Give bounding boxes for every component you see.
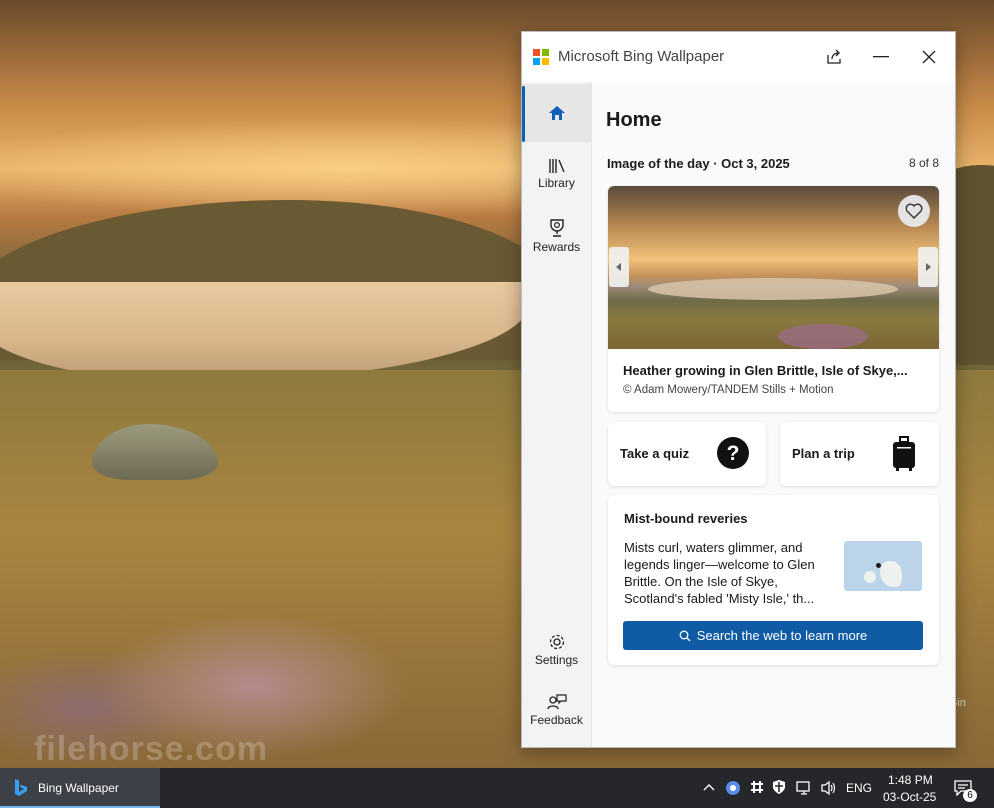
preview-heather <box>778 324 868 349</box>
title-bar[interactable]: Microsoft Bing Wallpaper <box>522 32 955 82</box>
notification-count-badge: 6 <box>963 789 977 802</box>
logo-yellow <box>542 58 549 65</box>
taskbar-app-bing-wallpaper[interactable]: Bing Wallpaper <box>0 768 160 808</box>
sidebar-item-feedback[interactable]: Feedback <box>522 682 591 738</box>
sidebar: Library Rewards Settings Feedback <box>522 82 592 747</box>
home-content: Home Image of the day · Oct 3, 2025 8 of… <box>592 82 955 747</box>
library-icon <box>548 159 565 173</box>
microsoft-logo-icon <box>533 49 549 65</box>
bing-wallpaper-window: Microsoft Bing Wallpaper Library Rewards… <box>521 31 956 748</box>
home-icon <box>548 106 565 120</box>
heart-icon <box>905 203 923 219</box>
image-caption[interactable]: Heather growing in Glen Brittle, Isle of… <box>623 363 908 378</box>
clock-date[interactable]: 03-Oct-25 <box>883 790 936 804</box>
sidebar-item-settings[interactable]: Settings <box>522 622 591 678</box>
language-indicator[interactable]: ENG <box>846 781 872 795</box>
minimize-icon <box>873 56 889 58</box>
question-mark-icon: ? <box>717 437 749 469</box>
taskbar-app-label: Bing Wallpaper <box>38 781 119 795</box>
next-image-button[interactable] <box>918 247 938 287</box>
network-icon[interactable] <box>796 780 814 796</box>
image-of-the-day-card[interactable]: Heather growing in Glen Brittle, Isle of… <box>608 186 939 412</box>
sidebar-item-label: Settings <box>534 653 579 667</box>
image-of-the-day-label: Image of the day · Oct 3, 2025 <box>607 156 790 171</box>
preview-lake <box>648 278 898 300</box>
map-land <box>880 561 902 587</box>
bing-icon <box>15 779 27 796</box>
logo-green <box>542 49 549 56</box>
share-icon <box>827 49 841 64</box>
chevron-left-icon <box>616 263 621 271</box>
chat-bubble-icon[interactable] <box>725 780 741 796</box>
sidebar-item-rewards[interactable]: Rewards <box>522 208 591 264</box>
map-land-secondary <box>864 571 876 583</box>
feedback-icon <box>546 694 567 710</box>
fact-card: Mist-bound reveries Mists curl, waters g… <box>608 495 939 665</box>
location-map-thumbnail[interactable] <box>844 541 922 591</box>
slack-icon[interactable] <box>750 780 764 794</box>
plan-a-trip-card[interactable]: Plan a trip <box>780 422 939 486</box>
gear-icon <box>549 634 564 650</box>
fact-title: Mist-bound reveries <box>624 511 748 526</box>
map-pin-icon <box>876 563 881 568</box>
chevron-up-icon[interactable] <box>703 783 715 791</box>
sidebar-item-label: Rewards <box>532 240 581 254</box>
sidebar-item-library[interactable]: Library <box>522 146 591 202</box>
favorite-button[interactable] <box>898 195 930 227</box>
taskbar: Bing Wallpaper ENG 1:48 PM 03-Oct-25 6 <box>0 768 994 808</box>
logo-blue <box>533 58 540 65</box>
sidebar-item-label: Feedback <box>530 713 583 727</box>
chevron-right-icon <box>926 263 931 271</box>
logo-red <box>533 49 540 56</box>
search-icon <box>679 630 691 641</box>
sidebar-item-label: Library <box>538 176 575 190</box>
suitcase-icon <box>893 436 915 471</box>
plan-a-trip-label: Plan a trip <box>792 446 855 461</box>
svg-text:?: ? <box>727 442 740 465</box>
previous-image-button[interactable] <box>609 247 629 287</box>
wallpaper-preview-image[interactable] <box>608 186 939 349</box>
take-a-quiz-label: Take a quiz <box>620 446 690 461</box>
window-title: Microsoft Bing Wallpaper <box>558 48 725 65</box>
image-counter: 8 of 8 <box>908 156 939 170</box>
close-icon <box>922 50 936 64</box>
trophy-icon <box>549 219 564 237</box>
take-a-quiz-card[interactable]: Take a quiz ? <box>608 422 766 486</box>
minimize-button[interactable] <box>858 32 904 82</box>
clock-time[interactable]: 1:48 PM <box>888 773 933 787</box>
loch <box>0 282 530 382</box>
search-web-button[interactable]: Search the web to learn more <box>623 621 923 650</box>
search-web-label: Search the web to learn more <box>696 628 868 643</box>
volume-icon[interactable] <box>820 780 838 796</box>
close-button[interactable] <box>906 32 952 82</box>
security-shield-icon[interactable] <box>772 779 786 795</box>
fact-body: Mists curl, waters glimmer, and legends … <box>624 540 815 606</box>
watermark: filehorse.com <box>34 730 269 768</box>
share-button[interactable] <box>811 32 857 82</box>
page-title: Home <box>606 109 662 131</box>
sidebar-item-home[interactable] <box>522 84 591 142</box>
image-credit: © Adam Mowery/TANDEM Stills + Motion <box>623 384 834 396</box>
